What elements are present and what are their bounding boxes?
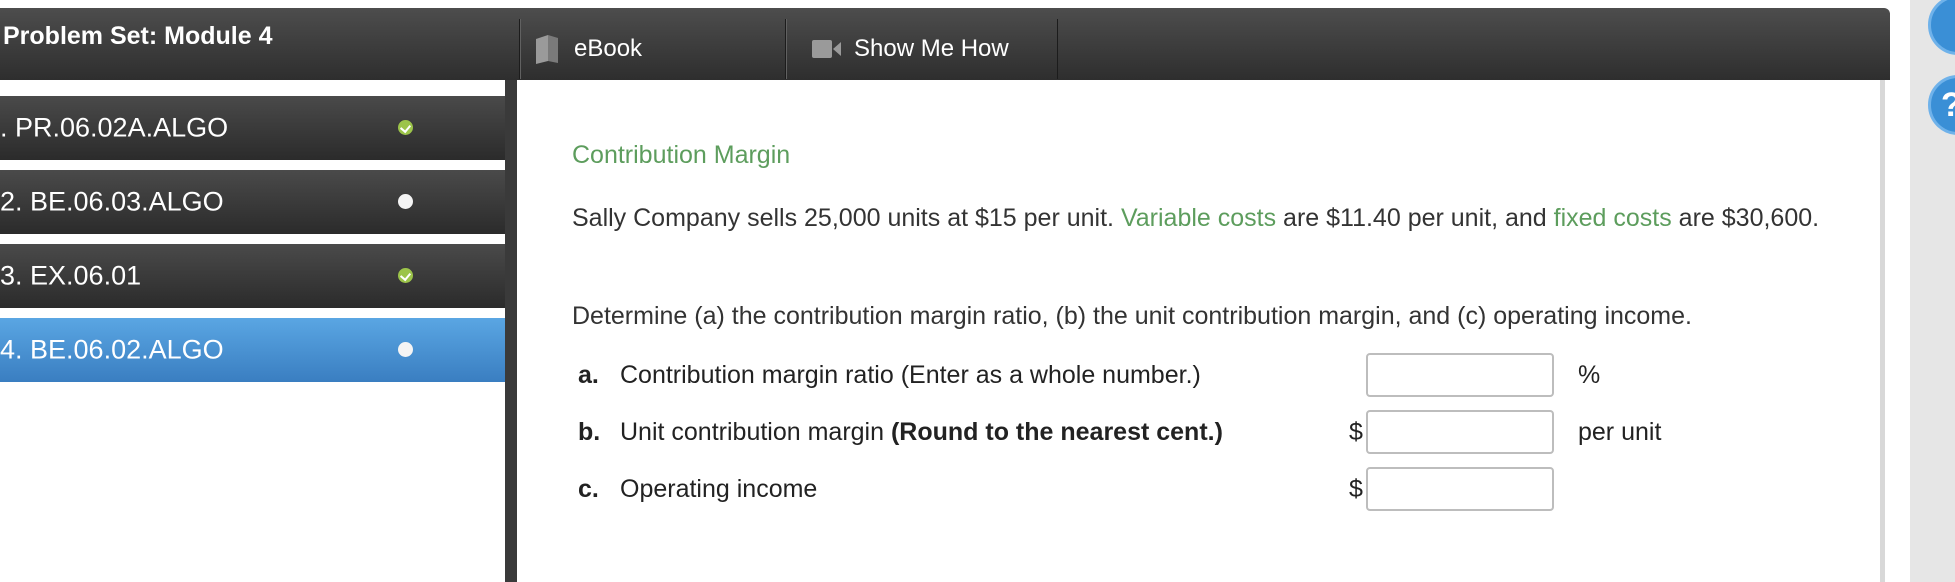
fixed-costs-link[interactable]: fixed costs [1554,204,1672,232]
question-nav: . PR.06.02A.ALGO 2. BE.06.03.ALGO 3. EX.… [0,80,505,582]
nav-item-be-06-02-algo[interactable]: 4. BE.06.02.ALGO [0,318,505,382]
video-icon [812,38,842,60]
dollar-prefix: $ [1349,418,1363,446]
help-button[interactable]: ? [1928,75,1955,135]
assignment-title: Problem Set: Module 4 [3,22,273,50]
question-a-row: a. Contribution margin ratio (Enter as a… [578,353,1778,397]
question-text: Unit contribution margin (Round to the n… [620,418,1223,447]
percent-unit: % [1578,361,1601,389]
stage: Problem Set: Module 4 eBook Show Me How [0,0,1955,582]
question-c-row: c. Operating income $ [578,467,1778,511]
question-hint: (Round to the nearest cent.) [890,418,1223,446]
instructions: Determine (a) the contribution margin ra… [572,302,1692,330]
problem-statement: Sally Company sells 25,000 units at $15 … [572,198,1872,239]
question-panel: Contribution Margin Sally Company sells … [517,80,1885,582]
headset-button[interactable] [1928,0,1955,55]
operating-income-input[interactable] [1366,467,1554,511]
panel-divider[interactable] [505,80,517,582]
show-me-how-button[interactable]: Show Me How [785,19,1058,79]
help-icon: ? [1941,86,1955,125]
nav-item-label: 2. BE.06.03.ALGO [0,186,224,217]
question-letter: b. [578,418,601,446]
show-me-how-label: Show Me How [854,35,1009,62]
statement-text: are $30,600. [1671,204,1820,232]
ebook-label: eBook [574,35,643,62]
dollar-prefix: $ [1349,475,1363,503]
question-b-row: b. Unit contribution margin (Round to th… [578,410,1778,454]
right-toolbar: ? [1910,0,1955,582]
statement-text: Sally Company sells 25,000 units at $15 … [572,204,1121,232]
variable-costs-link[interactable]: Variable costs [1121,204,1276,232]
ebook-button[interactable]: eBook [519,19,785,79]
question-label: Contribution margin ratio (Enter as a wh… [620,361,1201,389]
question-label: Unit contribution margin [620,418,891,446]
question-letter: c. [578,475,599,503]
question-text: Operating income [620,475,817,504]
header-bar: Problem Set: Module 4 eBook Show Me How [0,8,1890,80]
unit-contribution-margin-input[interactable] [1366,410,1554,454]
nav-item-label: . PR.06.02A.ALGO [0,112,229,143]
contribution-margin-ratio-input[interactable] [1366,353,1554,397]
section-title: Contribution Margin [572,141,791,169]
question-text: Contribution margin ratio (Enter as a wh… [620,361,1201,390]
question-letter: a. [578,361,599,389]
nav-item-label: 3. EX.06.01 [0,260,142,291]
complete-status-icon [398,120,413,135]
nav-item-ex-06-01[interactable]: 3. EX.06.01 [0,244,505,308]
book-icon [534,33,560,65]
nav-item-label: 4. BE.06.02.ALGO [0,334,224,365]
incomplete-status-icon [398,194,413,209]
nav-item-be-06-03-algo[interactable]: 2. BE.06.03.ALGO [0,170,505,234]
question-label: Operating income [620,475,818,503]
complete-status-icon [398,268,413,283]
incomplete-status-icon [398,342,413,357]
statement-text: are $11.40 per unit, and [1276,204,1554,232]
per-unit-label: per unit [1578,418,1662,446]
nav-item-pr-06-02a-algo[interactable]: . PR.06.02A.ALGO [0,96,505,160]
